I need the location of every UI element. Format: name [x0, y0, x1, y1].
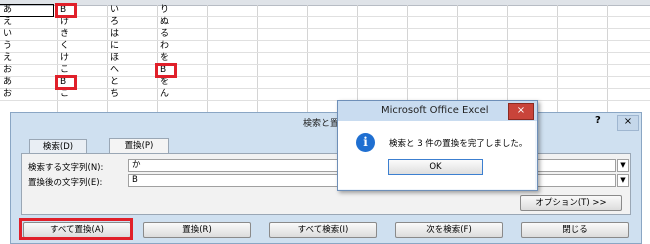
- replace-panel: 検索する文字列(N): か ▼ 置換後の文字列(E): B ▼ オプション(T)…: [21, 153, 631, 215]
- options-button[interactable]: オプション(T) >>: [520, 195, 622, 211]
- ok-button[interactable]: OK: [388, 159, 483, 175]
- cell-c5[interactable]: ほ: [107, 53, 155, 64]
- chevron-down-icon[interactable]: ▼: [617, 159, 629, 172]
- spreadsheet: あ B い り え け ろ ぬ い き は る う く に わ え け ほ を …: [0, 0, 650, 112]
- cell-c7[interactable]: と: [107, 77, 155, 88]
- message-title: Microsoft Office Excel: [381, 105, 489, 116]
- info-icon: i: [356, 133, 375, 152]
- message-titlebar[interactable]: Microsoft Office Excel ×: [338, 101, 537, 121]
- find-label: 検索する文字列(N):: [28, 163, 104, 173]
- cell-b4[interactable]: く: [57, 41, 105, 52]
- cell-b2[interactable]: け: [57, 17, 105, 28]
- sheet-row: お こ へ B: [0, 65, 650, 77]
- tab-find[interactable]: 検索(D): [29, 139, 87, 154]
- dialog-title: 検索と置: [303, 119, 340, 129]
- cell-d7[interactable]: を: [157, 77, 205, 88]
- cell-d1[interactable]: り: [157, 5, 205, 16]
- cell-a6[interactable]: お: [0, 65, 53, 76]
- sheet-row: う く に わ: [0, 41, 650, 53]
- message-body: i 検索と 3 件の置換を完了しました。 OK: [338, 121, 535, 189]
- cell-d3[interactable]: る: [157, 29, 205, 40]
- find-all-button[interactable]: すべて検索(I): [269, 222, 377, 238]
- cell-c3[interactable]: は: [107, 29, 155, 40]
- cell-d4[interactable]: わ: [157, 41, 205, 52]
- cell-a5[interactable]: え: [0, 53, 53, 64]
- help-icon[interactable]: ?: [595, 115, 607, 126]
- highlight-box: [19, 218, 133, 240]
- cell-a8[interactable]: お: [0, 89, 53, 100]
- cell-b8[interactable]: こ: [57, 89, 105, 100]
- cell-d2[interactable]: ぬ: [157, 17, 205, 28]
- find-replace-dialog: 検索と置 ? × 検索(D) 置換(P) 検索する文字列(N): か ▼ 置換後…: [10, 112, 642, 244]
- cell-d8[interactable]: ん: [157, 89, 205, 100]
- sheet-row: あ B い り: [0, 4, 650, 17]
- chevron-down-icon[interactable]: ▼: [617, 174, 629, 187]
- sheet-row: お こ ち ん: [0, 89, 650, 101]
- highlight-box: [55, 3, 77, 18]
- close-button[interactable]: 閉じる: [521, 222, 629, 238]
- cell-a7[interactable]: あ: [0, 77, 53, 88]
- sheet-row: あ B と を: [0, 77, 650, 89]
- tab-replace[interactable]: 置換(P): [109, 138, 169, 154]
- message-text: 検索と 3 件の置換を完了しました。: [389, 139, 528, 149]
- cell-c8[interactable]: ち: [107, 89, 155, 100]
- message-box: Microsoft Office Excel × i 検索と 3 件の置換を完了…: [337, 100, 538, 191]
- replace-label: 置換後の文字列(E):: [28, 178, 103, 188]
- highlight-box: [55, 75, 77, 90]
- find-next-button[interactable]: 次を検索(F): [395, 222, 503, 238]
- cell-c1[interactable]: い: [107, 5, 155, 16]
- cell-a3[interactable]: い: [0, 29, 53, 40]
- cell-a2[interactable]: え: [0, 17, 53, 28]
- cell-c6[interactable]: へ: [107, 65, 155, 76]
- cell-a4[interactable]: う: [0, 41, 53, 52]
- cell-c2[interactable]: ろ: [107, 17, 155, 28]
- cell-a1[interactable]: あ: [0, 4, 54, 17]
- sheet-row: え け ほ を: [0, 53, 650, 65]
- cell-c4[interactable]: に: [107, 41, 155, 52]
- dialog-titlebar[interactable]: 検索と置 ? ×: [11, 113, 641, 131]
- sheet-row: え け ろ ぬ: [0, 17, 650, 29]
- sheet-row: い き は る: [0, 29, 650, 41]
- replace-button[interactable]: 置換(R): [143, 222, 251, 238]
- close-icon[interactable]: ×: [617, 115, 639, 131]
- highlight-box: [155, 63, 177, 78]
- cell-b3[interactable]: き: [57, 29, 105, 40]
- cell-b5[interactable]: け: [57, 53, 105, 64]
- close-icon[interactable]: ×: [508, 103, 534, 120]
